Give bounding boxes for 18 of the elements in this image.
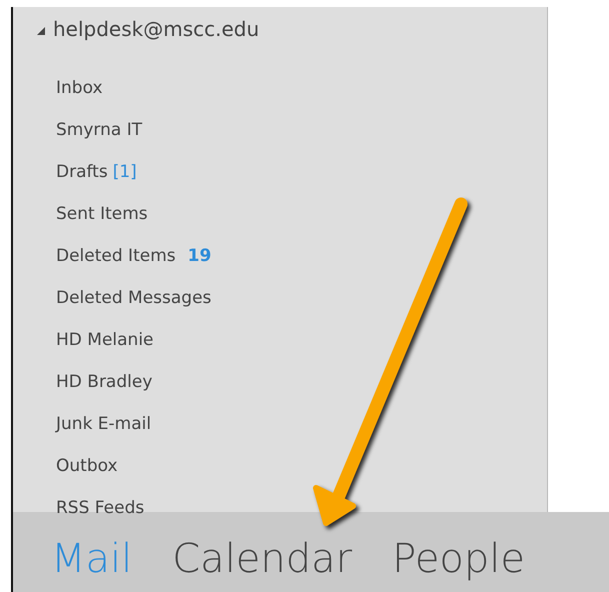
expand-triangle-icon[interactable] — [37, 27, 45, 35]
folder-item[interactable]: Sent Items — [56, 204, 148, 224]
folder-item[interactable]: Deleted Messages — [56, 288, 212, 308]
folder-item[interactable]: Drafts — [56, 162, 108, 182]
folder-item[interactable]: Outbox — [56, 456, 118, 476]
account-header[interactable]: helpdesk@mscc.edu — [13, 15, 260, 43]
unread-count: [1] — [112, 162, 137, 182]
folder-item[interactable]: HD Bradley — [56, 372, 152, 392]
folder-item[interactable]: RSS Feeds — [56, 498, 144, 518]
nav-tab[interactable]: People — [392, 536, 526, 582]
folder-item[interactable]: Smyrna IT — [56, 120, 142, 140]
folder-item[interactable]: Junk E-mail — [56, 414, 152, 434]
folder-item[interactable]: Deleted Items — [56, 246, 176, 266]
folder-item[interactable]: HD Melanie — [56, 330, 154, 350]
account-name: helpdesk@mscc.edu — [53, 17, 260, 41]
unread-count: 19 — [188, 246, 212, 266]
nav-tab[interactable]: Calendar — [172, 536, 352, 582]
folder-item[interactable]: Inbox — [56, 78, 103, 98]
